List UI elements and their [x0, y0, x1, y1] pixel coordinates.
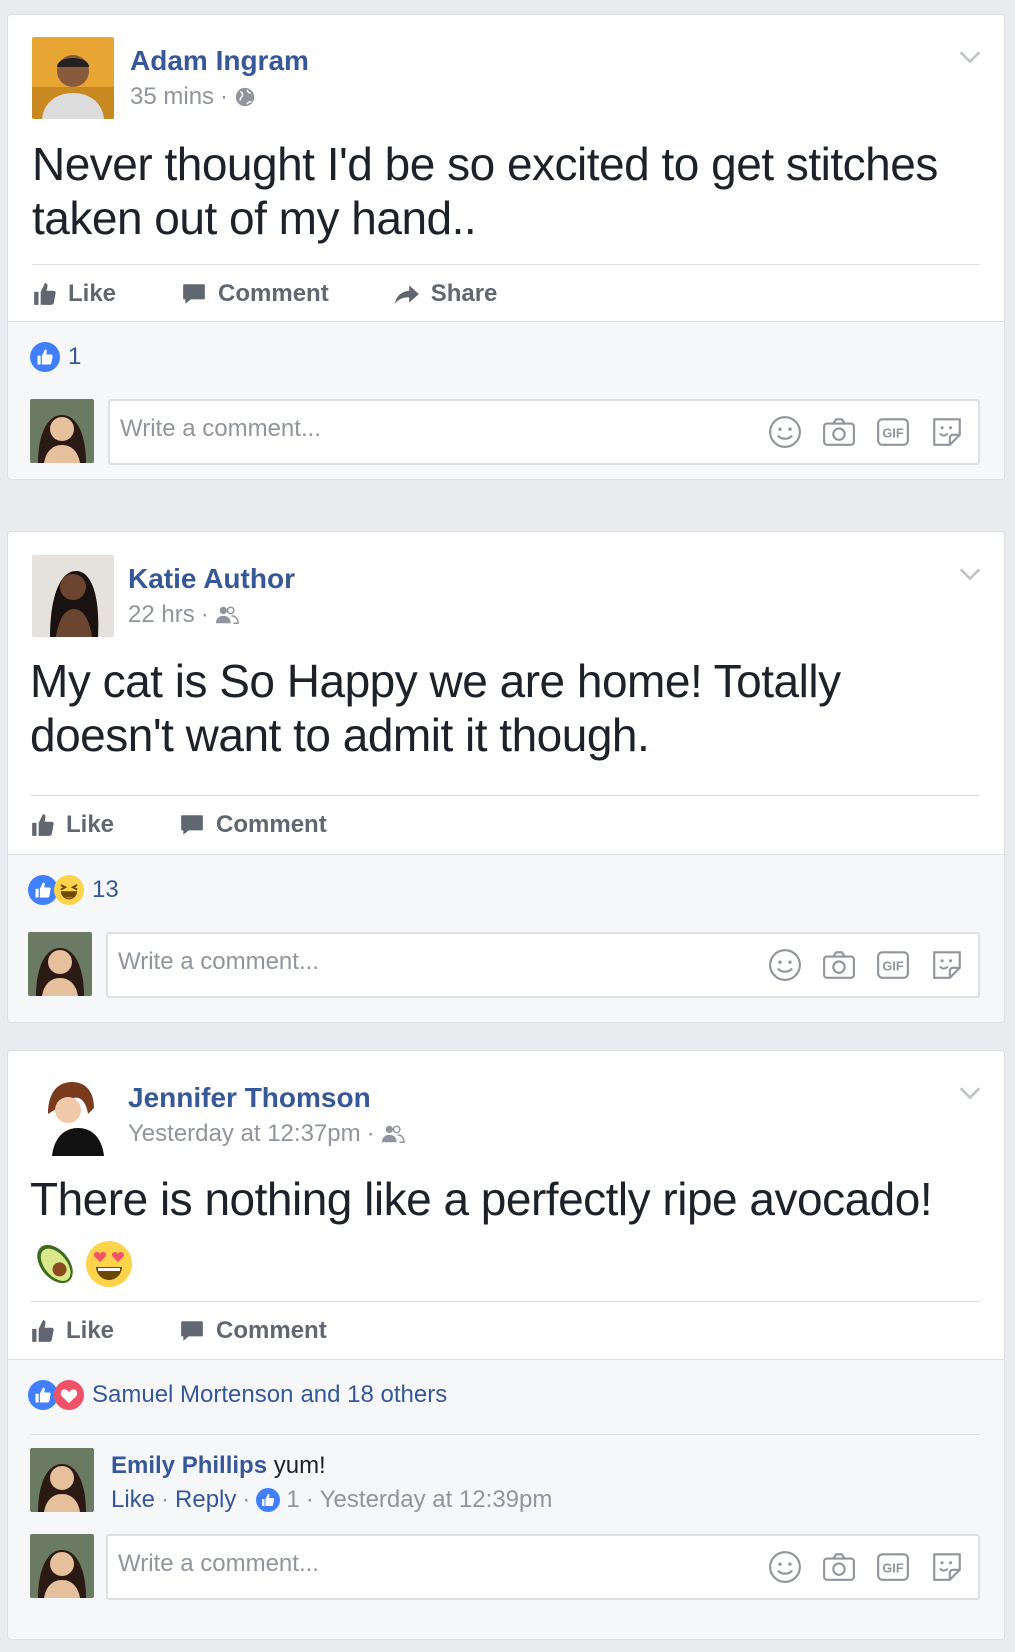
heart-eyes-icon: [86, 1241, 132, 1287]
like-icon: [30, 812, 56, 838]
avatar[interactable]: [32, 555, 114, 637]
post-card: Adam Ingram 35 mins · Never thought I'd …: [7, 14, 1005, 480]
avocado-icon: [37, 1244, 73, 1284]
reaction-count: 13: [92, 876, 119, 903]
comment-like-link[interactable]: Like: [111, 1486, 155, 1514]
post-footer: 1 Write a comment...: [8, 321, 1004, 479]
camera-icon[interactable]: [822, 1550, 856, 1584]
comment-input[interactable]: Write a comment...: [120, 415, 321, 443]
share-icon: [393, 281, 421, 307]
camera-icon[interactable]: [822, 948, 856, 982]
friends-icon: [381, 1123, 405, 1145]
post-time[interactable]: 22 hrs: [128, 601, 195, 629]
sticker-icon[interactable]: [930, 948, 964, 982]
avatar[interactable]: [30, 1534, 94, 1598]
reactions-summary[interactable]: Samuel Mortenson and 18 others: [28, 1380, 447, 1410]
meta-separator: ·: [220, 83, 229, 110]
camera-icon[interactable]: [822, 415, 856, 449]
comment-reply-link[interactable]: Reply: [175, 1486, 236, 1514]
comment-input-box[interactable]: Write a comment...: [106, 932, 980, 998]
comment-input[interactable]: Write a comment...: [118, 1550, 319, 1578]
like-button[interactable]: Like: [30, 1317, 114, 1345]
gif-icon[interactable]: [876, 1550, 910, 1584]
meta-separator: ·: [305, 1486, 314, 1513]
meta-separator: ·: [161, 1486, 170, 1513]
post-meta: Yesterday at 12:37pm ·: [128, 1120, 405, 1148]
comment-body: Emily Phillips yum!: [111, 1452, 326, 1480]
comment-button[interactable]: Comment: [178, 1317, 327, 1345]
action-bar: Like Comment: [30, 795, 391, 855]
chevron-down-icon[interactable]: [956, 560, 984, 588]
haha-reaction-icon: [54, 875, 84, 905]
post-text-line: My cat is So Happy we are home! Totally: [30, 655, 841, 707]
like-icon: [32, 281, 58, 307]
post-meta: 35 mins ·: [130, 83, 256, 111]
comment-button[interactable]: Comment: [180, 280, 329, 308]
post-time[interactable]: 35 mins: [130, 83, 214, 111]
post-card: Jennifer Thomson Yesterday at 12:37pm · …: [7, 1050, 1005, 1640]
post-author[interactable]: Katie Author: [128, 563, 295, 595]
like-button[interactable]: Like: [30, 811, 114, 839]
comment-time[interactable]: Yesterday at 12:39pm: [320, 1486, 553, 1514]
comment-author[interactable]: Emily Phillips: [111, 1452, 267, 1479]
gif-icon[interactable]: [876, 415, 910, 449]
post-text-line: doesn't want to admit it though.: [30, 709, 650, 761]
comment-input-box[interactable]: Write a comment...: [108, 399, 980, 465]
gif-icon[interactable]: [876, 948, 910, 982]
post-card: Katie Author 22 hrs · My cat is So Happy…: [7, 531, 1005, 1023]
action-bar: Like Comment Share: [32, 264, 561, 324]
love-reaction-icon: [54, 1380, 84, 1410]
comment-icon: [178, 812, 206, 838]
post-author[interactable]: Jennifer Thomson: [128, 1082, 371, 1114]
post-text-line: Never thought I'd be so excited to get s…: [32, 138, 938, 190]
comment-actions: Like · Reply · 1 · Yesterday at 12:39pm: [111, 1486, 552, 1514]
emoji-icon[interactable]: [768, 1550, 802, 1584]
avatar[interactable]: [30, 1448, 94, 1512]
post-text-line: There is nothing like a perfectly ripe a…: [30, 1173, 933, 1225]
comment-icon: [180, 281, 208, 307]
like-reaction-icon: [30, 342, 60, 372]
comment-text: yum!: [273, 1452, 326, 1479]
like-button[interactable]: Like: [32, 280, 116, 308]
post-time[interactable]: Yesterday at 12:37pm: [128, 1120, 361, 1148]
emoji-icon[interactable]: [768, 415, 802, 449]
avatar[interactable]: [28, 932, 92, 996]
comment-input[interactable]: Write a comment...: [118, 948, 319, 976]
post-footer: 13 Write a comment...: [8, 854, 1004, 1022]
friends-icon: [215, 604, 239, 626]
meta-separator: ·: [200, 601, 209, 628]
reactor-others[interactable]: and 18 others: [300, 1381, 447, 1409]
avatar[interactable]: [32, 1074, 114, 1156]
post-meta: 22 hrs ·: [128, 601, 239, 629]
sticker-icon[interactable]: [930, 415, 964, 449]
comment-icon: [178, 1318, 206, 1344]
post-text-line: taken out of my hand..: [32, 192, 477, 244]
comment-like-count[interactable]: 1: [286, 1486, 299, 1514]
comment-button[interactable]: Comment: [178, 811, 327, 839]
chevron-down-icon[interactable]: [956, 1079, 984, 1107]
reaction-count: 1: [68, 343, 82, 370]
post-footer: Samuel Mortenson and 18 others Emily Phi…: [8, 1359, 1004, 1639]
post-author[interactable]: Adam Ingram: [130, 45, 309, 77]
action-bar: Like Comment: [30, 1301, 391, 1361]
avatar[interactable]: [32, 37, 114, 119]
sticker-icon[interactable]: [930, 1550, 964, 1584]
emoji-icon[interactable]: [768, 948, 802, 982]
like-reaction-icon: [256, 1488, 280, 1512]
share-button[interactable]: Share: [393, 280, 497, 308]
chevron-down-icon[interactable]: [956, 43, 984, 71]
reactor-name[interactable]: Samuel Mortenson: [92, 1381, 293, 1409]
reactions-summary[interactable]: 13: [28, 875, 119, 905]
comment-input-box[interactable]: Write a comment...: [106, 1534, 980, 1600]
like-icon: [30, 1318, 56, 1344]
reactions-summary[interactable]: 1: [30, 342, 81, 372]
meta-separator: ·: [366, 1120, 375, 1147]
divider: [30, 1434, 980, 1435]
globe-icon: [234, 86, 256, 108]
post-emoji-row: [30, 1239, 134, 1289]
meta-separator: ·: [242, 1486, 251, 1513]
avatar[interactable]: [30, 399, 94, 463]
